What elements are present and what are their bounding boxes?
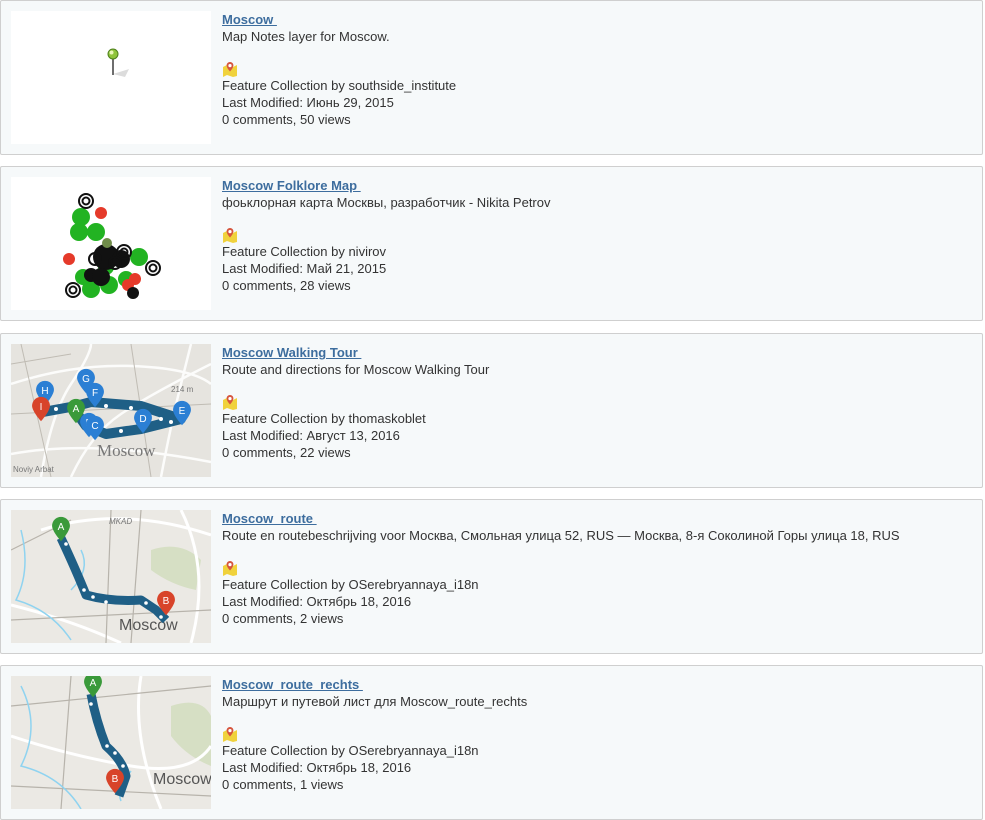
feature-collection-icon [222,227,238,243]
route-start-marker: A [84,676,102,698]
item-modified: Last Modified: Октябрь 18, 2016 [222,594,412,609]
item-card: Moscow A B Moscow_route_rechts Маршрут и… [0,665,983,820]
svg-text:H: H [41,386,48,397]
item-title-link[interactable]: Moscow Walking Tour [222,344,972,361]
svg-text:C: C [91,421,98,432]
item-card: Moscow Noviy Arbat 214 m H G F I A B C D… [0,333,983,488]
item-card: Moscow Folklore Map фоьклорная карта Мос… [0,166,983,321]
item-owner: Feature Collection by southside_institut… [222,78,457,93]
route-rechts-map: Moscow A B [11,676,211,809]
item-modified: Last Modified: Июнь 29, 2015 [222,95,394,110]
route-start-marker: A [52,516,70,542]
item-card: Moscow MKAD A B Moscow_route Route en ro… [0,499,983,654]
item-description: Route en routebeschrijving voor Москва, … [222,528,900,543]
feature-collection-icon [222,61,238,77]
feature-collection-icon [222,560,238,576]
item-owner: Feature Collection by OSerebryannaya_i18… [222,743,479,758]
svg-text:F: F [92,388,98,399]
map-road-label: MKAD [109,517,132,526]
walking-tour-map: Moscow Noviy Arbat 214 m H G F I A B C D… [11,344,211,477]
item-card: Moscow Map Notes layer for Moscow. Featu… [0,0,983,155]
item-description: фоьклорная карта Москвы, разработчик - N… [222,195,551,210]
feature-collection-icon [222,726,238,742]
svg-text:D: D [139,414,146,425]
item-thumbnail[interactable]: Moscow A B [11,676,211,809]
item-stats: 0 comments, 2 views [222,611,344,626]
item-owner: Feature Collection by nivirov [222,244,387,259]
route-map: Moscow MKAD A B [11,510,211,643]
item-owner: Feature Collection by OSerebryannaya_i18… [222,577,479,592]
map-street-label: Noviy Arbat [13,465,55,474]
svg-text:G: G [82,374,90,385]
map-elevation-label: 214 m [171,385,194,394]
item-stats: 0 comments, 28 views [222,278,351,293]
item-title-link[interactable]: Moscow_route_rechts [222,676,972,693]
item-title-link[interactable]: Moscow_route [222,510,972,527]
map-place-label: Moscow [119,617,178,634]
map-place-label: Moscow [97,441,156,460]
feature-collection-icon [222,394,238,410]
svg-text:B: B [112,774,119,785]
item-thumbnail[interactable]: Moscow MKAD A B [11,510,211,643]
map-place-label: Moscow [153,771,211,788]
item-description: Map Notes layer for Moscow. [222,29,390,44]
item-stats: 0 comments, 22 views [222,445,351,460]
item-stats: 0 comments, 1 views [222,777,344,792]
item-modified: Last Modified: Август 13, 2016 [222,428,400,443]
svg-text:A: A [73,404,80,415]
item-description: Маршрут и путевой лист для Moscow_route_… [222,694,528,709]
svg-text:A: A [58,522,65,533]
item-owner: Feature Collection by thomaskoblet [222,411,426,426]
item-stats: 0 comments, 50 views [222,112,351,127]
svg-text:E: E [179,406,186,417]
item-thumbnail[interactable] [11,177,211,310]
item-thumbnail[interactable]: Moscow Noviy Arbat 214 m H G F I A B C D… [11,344,211,477]
item-thumbnail[interactable] [11,11,211,144]
item-description: Route and directions for Moscow Walking … [222,362,490,377]
svg-text:A: A [90,678,97,689]
svg-text:I: I [40,402,43,413]
pushpin-icon [107,48,129,77]
item-title-link[interactable]: Moscow Folklore Map [222,177,972,194]
item-modified: Last Modified: Май 21, 2015 [222,261,387,276]
item-modified: Last Modified: Октябрь 18, 2016 [222,760,412,775]
item-title-link[interactable]: Moscow [222,11,972,28]
svg-text:B: B [163,596,170,607]
folklore-points-icon [63,193,161,299]
